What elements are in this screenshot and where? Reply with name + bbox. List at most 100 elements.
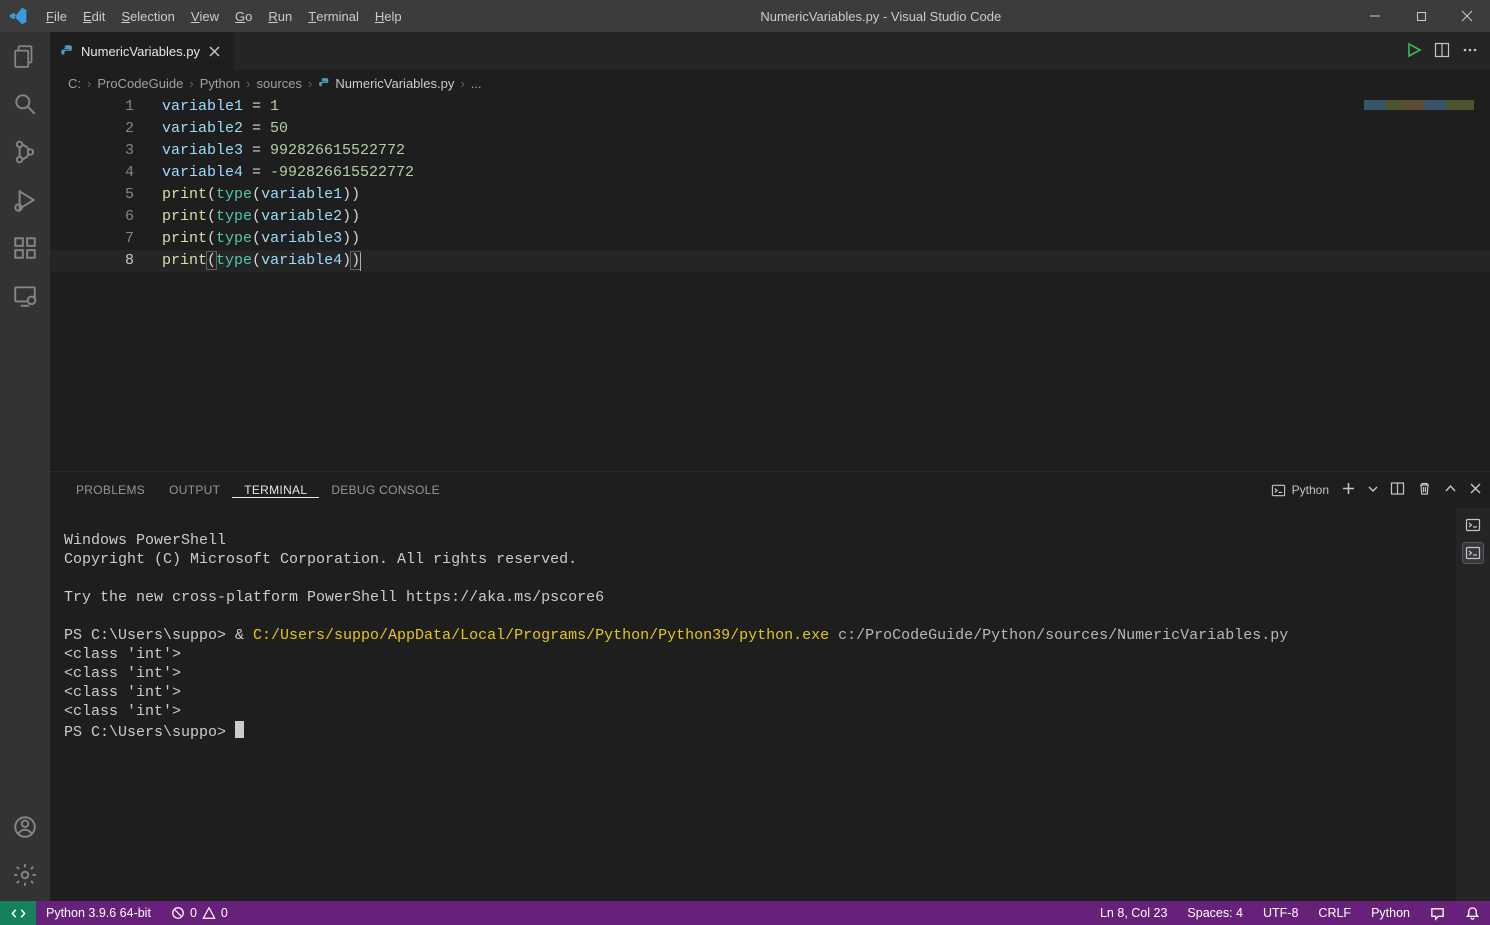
settings-gear-icon[interactable] — [11, 861, 39, 889]
code-line[interactable]: 6print(type(variable2)) — [50, 206, 1490, 228]
terminal-shell-selector[interactable]: Python — [1271, 483, 1329, 498]
status-encoding[interactable]: UTF-8 — [1253, 901, 1308, 925]
search-icon[interactable] — [11, 90, 39, 118]
terminal-instance-icon[interactable] — [1462, 542, 1484, 564]
window-controls — [1352, 0, 1490, 32]
editor-tabs: NumericVariables.py — [50, 32, 1490, 70]
terminal-instance-icon[interactable] — [1462, 514, 1484, 536]
status-cursor-position[interactable]: Ln 8, Col 23 — [1090, 901, 1177, 925]
code-editor[interactable]: 1variable1 = 12variable2 = 503variable3 … — [50, 96, 1490, 471]
line-number: 8 — [50, 250, 162, 272]
breadcrumb-part[interactable]: C: — [68, 76, 81, 91]
terminal-output[interactable]: Windows PowerShell Copyright (C) Microso… — [50, 508, 1490, 901]
python-file-icon — [318, 77, 331, 90]
menu-go[interactable]: Go — [227, 9, 260, 24]
breadcrumbs[interactable]: C: › ProCodeGuide › Python › sources › N… — [50, 70, 1490, 96]
menu-view[interactable]: View — [183, 9, 227, 24]
line-number: 5 — [50, 184, 162, 206]
close-window-button[interactable] — [1444, 0, 1490, 32]
extensions-icon[interactable] — [11, 234, 39, 262]
line-number: 1 — [50, 96, 162, 118]
menu-run[interactable]: Run — [260, 9, 300, 24]
menu-selection[interactable]: Selection — [113, 9, 182, 24]
code-content: print(type(variable2)) — [162, 206, 360, 228]
panel-tab-problems[interactable]: PROBLEMS — [64, 483, 157, 497]
terminal-side-gutter — [1456, 508, 1490, 901]
split-editor-icon[interactable] — [1434, 42, 1450, 61]
split-terminal-icon[interactable] — [1390, 481, 1405, 499]
python-file-icon — [60, 44, 75, 59]
line-number: 7 — [50, 228, 162, 250]
terminal-cursor — [235, 721, 244, 738]
menu-terminal[interactable]: Terminal — [300, 9, 367, 24]
terminal-dropdown-icon[interactable] — [1368, 483, 1378, 497]
remote-indicator[interactable] — [0, 901, 36, 925]
status-notifications-icon[interactable] — [1455, 901, 1490, 925]
tab-label: NumericVariables.py — [81, 44, 200, 59]
panel-tab-debug-console[interactable]: DEBUG CONSOLE — [319, 483, 452, 497]
editor-tab-actions — [1406, 32, 1490, 70]
breadcrumb-part[interactable]: sources — [257, 76, 303, 91]
run-debug-icon[interactable] — [11, 186, 39, 214]
menu-help[interactable]: Help — [367, 9, 410, 24]
panel-tabs: PROBLEMSOUTPUTTERMINALDEBUG CONSOLE Pyth… — [50, 472, 1490, 508]
status-python-interpreter[interactable]: Python 3.9.6 64-bit — [36, 901, 161, 925]
code-content: print(type(variable3)) — [162, 228, 360, 250]
code-content: print(type(variable1)) — [162, 184, 360, 206]
close-panel-icon[interactable] — [1469, 482, 1482, 498]
chevron-right-icon: › — [189, 76, 193, 91]
chevron-right-icon: › — [308, 76, 312, 91]
code-content: print(type(variable4)) — [162, 250, 360, 272]
run-file-icon[interactable] — [1406, 42, 1422, 61]
maximize-button[interactable] — [1398, 0, 1444, 32]
line-number: 6 — [50, 206, 162, 228]
code-line[interactable]: 2variable2 = 50 — [50, 118, 1490, 140]
code-line[interactable]: 5print(type(variable1)) — [50, 184, 1490, 206]
tab-close-icon[interactable] — [206, 42, 224, 60]
menu-bar: FileEditSelectionViewGoRunTerminalHelp — [38, 9, 410, 24]
code-content: variable4 = -992826615522772 — [162, 162, 414, 184]
line-number: 3 — [50, 140, 162, 162]
code-content: variable1 = 1 — [162, 96, 279, 118]
minimize-button[interactable] — [1352, 0, 1398, 32]
code-content: variable3 = 992826615522772 — [162, 140, 405, 162]
accounts-icon[interactable] — [11, 813, 39, 841]
code-line[interactable]: 4variable4 = -992826615522772 — [50, 162, 1490, 184]
menu-file[interactable]: File — [38, 9, 75, 24]
chevron-right-icon: › — [246, 76, 250, 91]
breadcrumb-file[interactable]: NumericVariables.py — [318, 76, 454, 91]
code-line[interactable]: 1variable1 = 1 — [50, 96, 1490, 118]
editor-tab-numericvariables[interactable]: NumericVariables.py — [50, 32, 235, 70]
code-line[interactable]: 3variable3 = 992826615522772 — [50, 140, 1490, 162]
remote-explorer-icon[interactable] — [11, 282, 39, 310]
panel-tab-terminal[interactable]: TERMINAL — [232, 483, 319, 498]
chevron-right-icon: › — [460, 76, 464, 91]
line-number: 2 — [50, 118, 162, 140]
line-number: 4 — [50, 162, 162, 184]
source-control-icon[interactable] — [11, 138, 39, 166]
status-problems[interactable]: 0 0 — [161, 901, 238, 925]
panel-tab-output[interactable]: OUTPUT — [157, 483, 232, 497]
kill-terminal-icon[interactable] — [1417, 481, 1432, 499]
menu-edit[interactable]: Edit — [75, 9, 113, 24]
code-line[interactable]: 7print(type(variable3)) — [50, 228, 1490, 250]
code-content: variable2 = 50 — [162, 118, 288, 140]
status-bar: Python 3.9.6 64-bit 0 0 Ln 8, Col 23 Spa… — [0, 901, 1490, 925]
window-title: NumericVariables.py - Visual Studio Code — [410, 9, 1352, 24]
status-feedback-icon[interactable] — [1420, 901, 1455, 925]
title-bar: FileEditSelectionViewGoRunTerminalHelp N… — [0, 0, 1490, 32]
vscode-logo-icon — [8, 6, 28, 26]
more-actions-icon[interactable] — [1462, 42, 1478, 61]
breadcrumb-trailing[interactable]: ... — [471, 76, 482, 91]
explorer-icon[interactable] — [11, 42, 39, 70]
status-eol[interactable]: CRLF — [1308, 901, 1361, 925]
maximize-panel-icon[interactable] — [1444, 482, 1457, 498]
breadcrumb-part[interactable]: ProCodeGuide — [97, 76, 183, 91]
status-language[interactable]: Python — [1361, 901, 1420, 925]
new-terminal-icon[interactable] — [1341, 481, 1356, 499]
breadcrumb-part[interactable]: Python — [200, 76, 240, 91]
code-line[interactable]: 8print(type(variable4)) — [50, 250, 1490, 272]
status-indent[interactable]: Spaces: 4 — [1177, 901, 1253, 925]
bottom-panel: PROBLEMSOUTPUTTERMINALDEBUG CONSOLE Pyth… — [50, 471, 1490, 901]
chevron-right-icon: › — [87, 76, 91, 91]
